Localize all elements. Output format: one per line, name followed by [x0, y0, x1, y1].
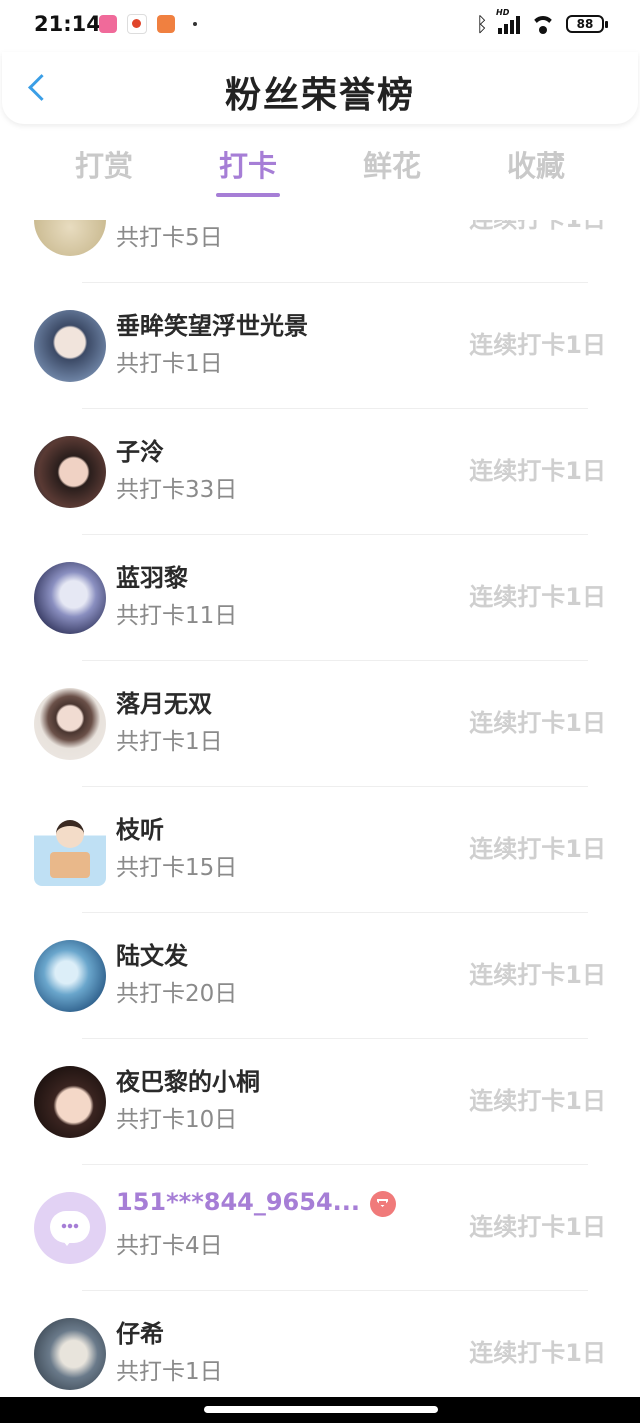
streak-label: 连续打卡1日 [469, 331, 606, 359]
avatar-character-head [56, 820, 84, 848]
streak-label: 连续打卡1日 [469, 1087, 606, 1115]
total-checkin-count: 共打卡33日 [116, 477, 238, 503]
user-avatar[interactable] [34, 310, 106, 382]
battery-icon: 88 [566, 15, 608, 33]
wifi-icon [530, 14, 556, 34]
streak-label: 连续打卡1日 [469, 709, 606, 737]
streak-label: 连续打卡1日 [469, 457, 606, 485]
streak-label: 连续打卡1日 [469, 220, 606, 234]
list-item[interactable]: 陆文发 共打卡20日 连续打卡1日 [0, 913, 640, 1039]
bluetooth-icon: ᛒ [476, 12, 488, 36]
total-checkin-count: 共打卡15日 [116, 855, 238, 881]
user-name: 夜巴黎的小桐 [116, 1068, 260, 1096]
total-checkin-count: 共打卡5日 [116, 225, 223, 251]
tab-checkin[interactable]: 打卡 [188, 143, 308, 185]
streak-label: 连续打卡1日 [469, 583, 606, 611]
active-tab-indicator [216, 193, 280, 197]
total-checkin-count: 共打卡11日 [116, 603, 238, 629]
total-checkin-count: 共打卡20日 [116, 981, 238, 1007]
total-checkin-count: 共打卡1日 [116, 729, 223, 755]
streak-label: 连续打卡1日 [469, 1339, 606, 1367]
tab-reward[interactable]: 打赏 [44, 143, 164, 185]
user-name: 子泠 [116, 438, 164, 466]
user-avatar[interactable] [34, 436, 106, 508]
total-checkin-count: 共打卡1日 [116, 1359, 223, 1385]
user-name: 陆文发 [116, 942, 188, 970]
total-checkin-count: 共打卡1日 [116, 351, 223, 377]
list-item[interactable]: 夜巴黎的小桐 共打卡10日 连续打卡1日 [0, 1039, 640, 1165]
chat-dots-icon [61, 1223, 79, 1229]
bilibili-app-icon [99, 15, 117, 33]
list-item[interactable]: 蓝羽黎 共打卡11日 连续打卡1日 [0, 535, 640, 661]
mail-app-icon [157, 15, 175, 33]
tab-flowers[interactable]: 鲜花 [332, 143, 452, 185]
status-bar: 21:14 ᛒ HD 88 [0, 0, 640, 52]
user-avatar[interactable] [34, 562, 106, 634]
user-name: 蓝羽黎 [116, 564, 188, 592]
streak-label: 连续打卡1日 [469, 1213, 606, 1241]
list-item[interactable]: 落月无双 共打卡1日 连续打卡1日 [0, 661, 640, 787]
more-notifications-dot [193, 22, 197, 26]
fan-ranking-list[interactable]: 共打卡5日 连续打卡1日 垂眸笑望浮世光景 共打卡1日 连续打卡1日 子泠 共打… [0, 220, 640, 1395]
user-avatar[interactable] [34, 814, 106, 886]
home-indicator[interactable] [204, 1406, 438, 1413]
user-name: 落月无双 [116, 690, 212, 718]
tomato-app-icon [127, 14, 147, 34]
tab-favorites[interactable]: 收藏 [476, 143, 596, 185]
header-bar: 粉丝荣誉榜 [2, 52, 638, 124]
list-item[interactable]: 子泠 共打卡33日 连续打卡1日 [0, 409, 640, 535]
list-item[interactable]: 共打卡5日 连续打卡1日 [0, 220, 640, 283]
streak-label: 连续打卡1日 [469, 835, 606, 863]
list-item[interactable]: 枝听 共打卡15日 连续打卡1日 [0, 787, 640, 913]
user-name: 151***844_9654... [116, 1188, 360, 1216]
navigation-bar [0, 1397, 640, 1423]
diamond-vip-icon [370, 1191, 396, 1217]
total-checkin-count: 共打卡10日 [116, 1107, 238, 1133]
streak-label: 连续打卡1日 [469, 961, 606, 989]
user-avatar[interactable] [34, 1192, 106, 1264]
page-title: 粉丝荣誉榜 [224, 75, 415, 116]
status-time: 21:14 [34, 12, 101, 36]
network-label: HD [496, 8, 510, 17]
user-name: 垂眸笑望浮世光景 [116, 312, 308, 340]
user-avatar[interactable] [34, 940, 106, 1012]
signal-icon: HD [496, 8, 520, 34]
user-name: 仔希 [116, 1320, 164, 1348]
list-item[interactable]: 151***844_9654... 共打卡4日 连续打卡1日 [0, 1165, 640, 1291]
list-item[interactable]: 仔希 共打卡1日 连续打卡1日 [0, 1291, 640, 1395]
avatar-drink-cup [50, 852, 90, 878]
tab-bar: 打赏 打卡 鲜花 收藏 [0, 135, 640, 207]
user-name: 枝听 [116, 816, 164, 844]
list-item[interactable]: 垂眸笑望浮世光景 共打卡1日 连续打卡1日 [0, 283, 640, 409]
system-icons: ᛒ HD 88 [476, 8, 608, 36]
user-avatar[interactable] [34, 1318, 106, 1390]
user-avatar[interactable] [34, 688, 106, 760]
user-avatar[interactable] [34, 1066, 106, 1138]
total-checkin-count: 共打卡4日 [116, 1233, 223, 1259]
user-avatar[interactable] [34, 220, 106, 256]
notification-icons [99, 14, 197, 34]
